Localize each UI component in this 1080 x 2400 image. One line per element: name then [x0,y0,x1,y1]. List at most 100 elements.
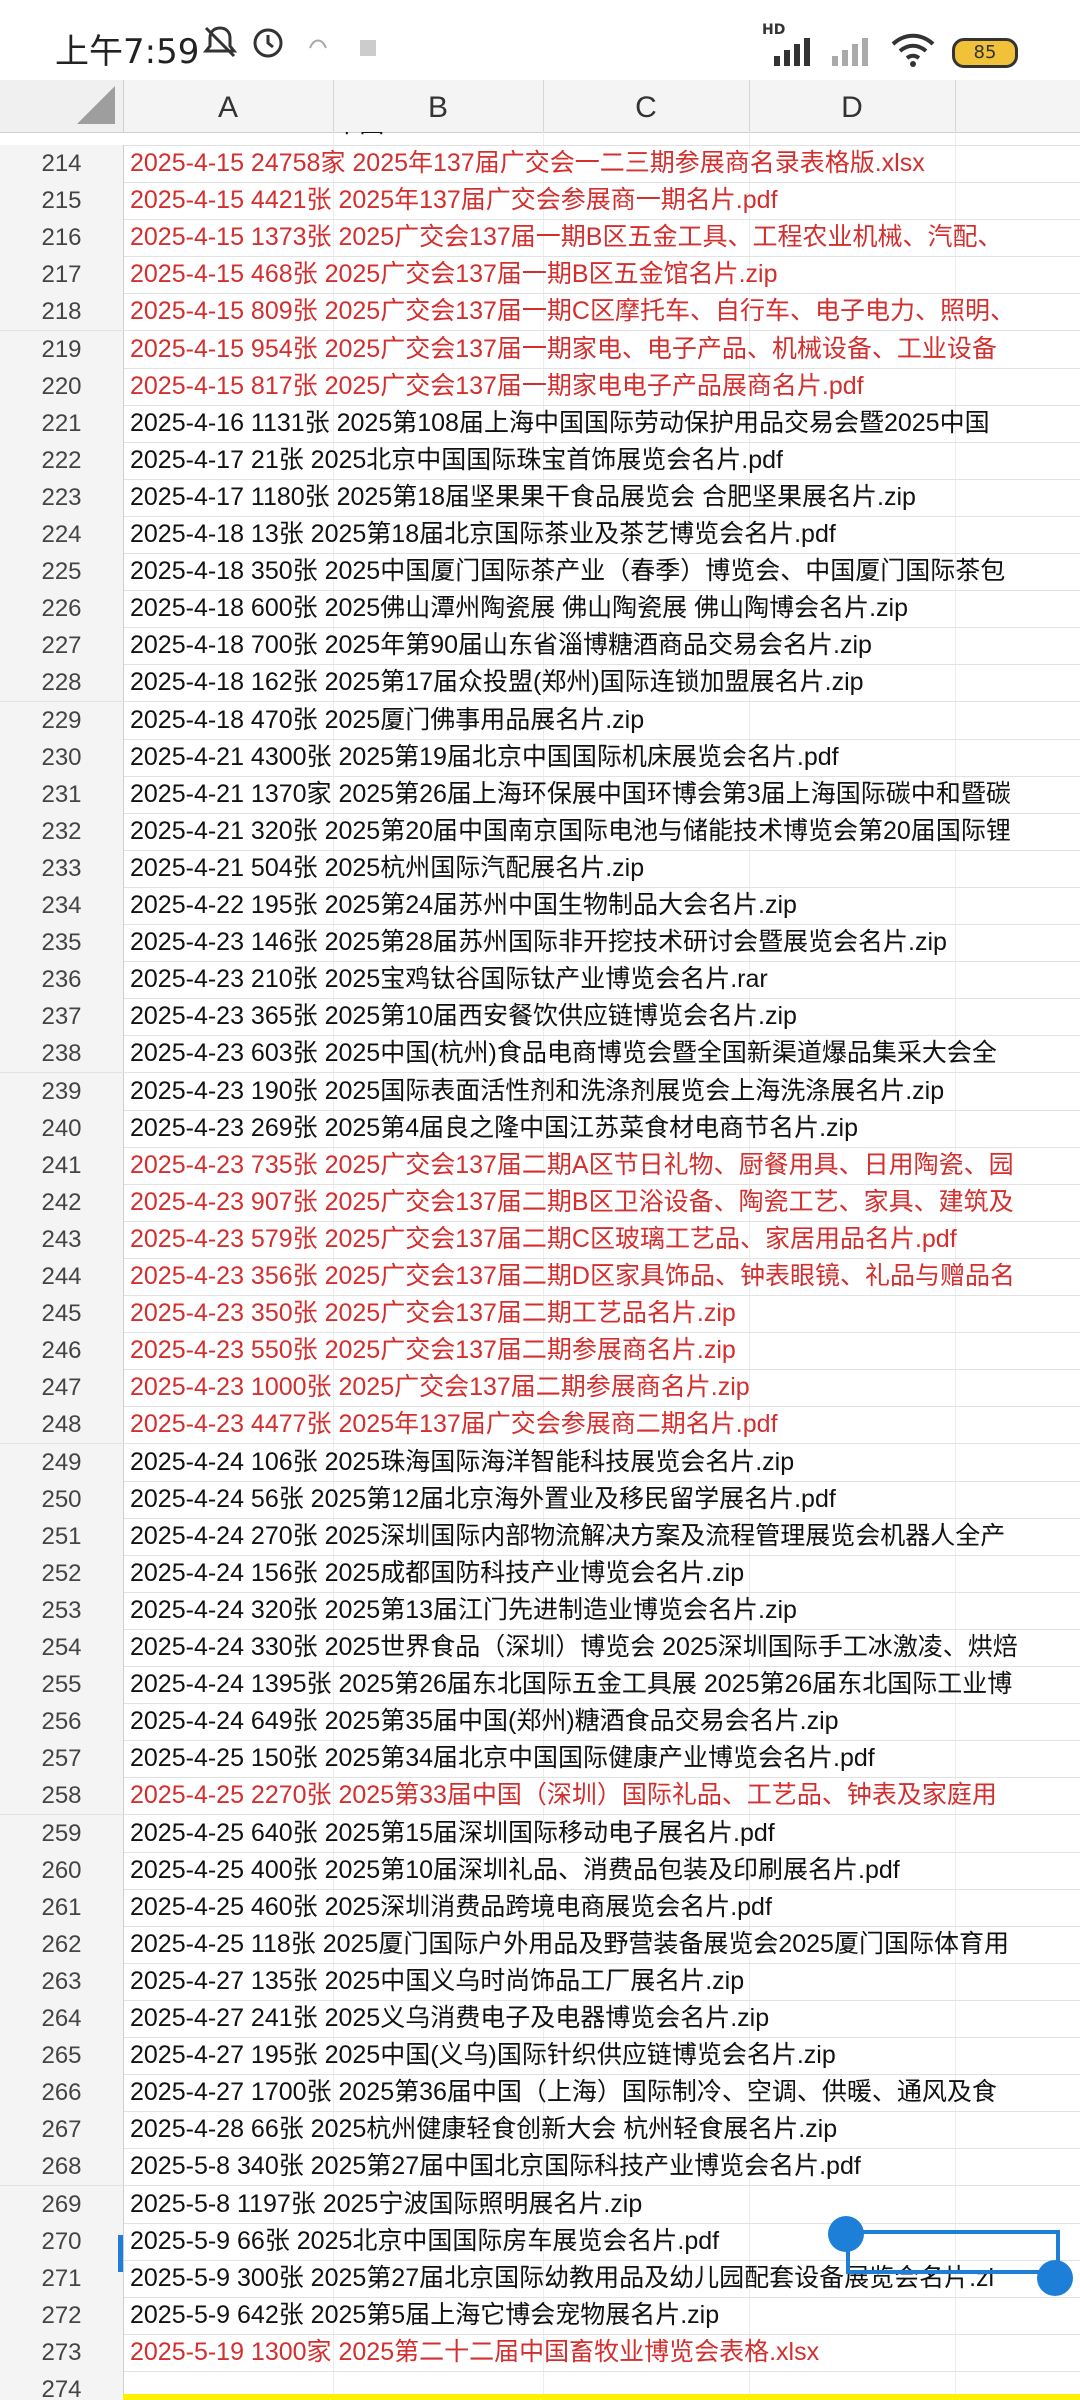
row-number[interactable]: 220 [0,367,124,405]
spreadsheet[interactable]: A B C D 2025-4-15 ... 2025中国... 2142025-… [0,80,1080,2400]
row-number[interactable]: 273 [0,2333,124,2371]
table-row[interactable]: 251 2025-4-24 270张 2025深圳国际内部物流解决方案及流程管理展… [0,1517,1080,1556]
row-number[interactable]: 230 [0,738,124,776]
cell-a[interactable]: 2025-4-16 1131张 2025第108届上海中国国际劳动保护用品交易会… [130,405,990,442]
cell-a[interactable]: 2025-4-17 21张 2025北京中国国际珠宝首饰展览会名片.pdf [130,442,783,479]
table-row[interactable]: 223 2025-4-17 1180张 2025第18届坚果果干食品展览会 合肥坚… [0,478,1080,517]
cell-a[interactable]: 2025-4-24 649张 2025第35届中国(郑州)糖酒食品交易会名片.z… [130,1703,839,1740]
row-number[interactable]: 214 [0,145,124,182]
select-all-corner[interactable] [0,80,124,132]
cell-a[interactable]: 2025-4-18 600张 2025佛山潭州陶瓷展 佛山陶瓷展 佛山陶博会名片… [130,590,908,627]
row-number[interactable]: 270 [0,2222,124,2260]
row-number[interactable]: 245 [0,1295,124,1333]
cell-a[interactable]: 2025-4-15 809张 2025广交会137届一期C区摩托车、自行车、电子… [130,293,1015,330]
selection-handle-start[interactable] [828,2216,864,2252]
cell-a[interactable]: 2025-4-21 1370家 2025第26届上海环保展中国环博会第3届上海国… [130,776,1011,813]
row-number[interactable]: 258 [0,1777,124,1815]
row-number[interactable]: 264 [0,2000,124,2037]
table-row[interactable]: 214 2025-4-15 24758家 2025年137届广交会一二三期参展商名… [0,145,1080,183]
row-number[interactable]: 250 [0,1480,124,1518]
table-row[interactable]: 221 2025-4-16 1131张 2025第108届上海中国国际劳动保护用品… [0,404,1080,443]
row-number[interactable]: 216 [0,219,124,257]
cell-a[interactable]: 2025-4-27 135张 2025中国义乌时尚饰品工厂展名片.zip [130,1963,744,2000]
row-number[interactable]: 232 [0,812,124,850]
table-row[interactable]: 216 2025-4-15 1373张 2025广交会137届一期B区五金工具、工… [0,219,1080,258]
cell-a[interactable]: 2025-4-23 190张 2025国际表面活性剂和洗涤剂展览会上海洗涤展名片… [130,1073,944,1110]
row-number[interactable]: 231 [0,775,124,813]
table-row[interactable]: 262 2025-4-25 118张 2025厦门国际户外用品及野营装备展览会20… [0,1925,1080,1964]
cell-a[interactable]: 2025-4-15 1373张 2025广交会137届一期B区五金工具、工程农业… [130,219,1003,256]
cell-a[interactable]: 2025-4-23 350张 2025广交会137届二期工艺品名片.zip [130,1295,736,1332]
row-number[interactable]: 247 [0,1369,124,1407]
cell-a[interactable]: 2025-4-24 270张 2025深圳国际内部物流解决方案及流程管理展览会机… [130,1518,1005,1555]
row-number[interactable]: 240 [0,1109,124,1147]
cell-a[interactable]: 2025-4-15 817张 2025广交会137届一期家电电子产品展商名片.p… [130,368,864,405]
table-row[interactable]: 243 2025-4-23 579张 2025广交会137届二期C区玻璃工艺品、家… [0,1220,1080,1259]
table-row[interactable]: 258 2025-4-25 2270张 2025第33届中国（深圳）国际礼品、工艺… [0,1777,1080,1816]
cell-a[interactable]: 2025-4-23 4477张 2025年137届广交会参展商二期名片.pdf [130,1406,778,1443]
table-row[interactable]: 249 2025-4-24 106张 2025珠海国际海洋智能科技展览会名片.zi… [0,1443,1080,1482]
cell-a[interactable]: 2025-4-18 13张 2025第18届北京国际茶业及茶艺博览会名片.pdf [130,516,836,553]
row-number[interactable]: 243 [0,1220,124,1258]
cell-a[interactable]: 2025-4-28 66张 2025杭州健康轻食创新大会 杭州轻食展名片.zip [130,2111,837,2148]
column-header-d[interactable]: D [749,80,956,132]
table-row[interactable]: 232 2025-4-21 320张 2025第20届中国南京国际电池与储能技术博… [0,812,1080,851]
row-number[interactable]: 244 [0,1258,124,1295]
table-row[interactable]: 269 2025-5-8 1197张 2025宁波国际照明展名片.zip [0,2185,1080,2224]
cell-a[interactable]: 2025-4-23 269张 2025第4届良之隆中国江苏菜食材电商节名片.zi… [130,1110,858,1147]
row-number[interactable]: 237 [0,998,124,1036]
table-row[interactable]: 222 2025-4-17 21张 2025北京中国国际珠宝首饰展览会名片.pdf [0,441,1080,480]
selected-cell[interactable] [846,2230,1060,2274]
row-number[interactable]: 269 [0,2185,124,2223]
table-row[interactable]: 234 2025-4-22 195张 2025第24届苏州中国生物制品大会名片.z… [0,887,1080,925]
table-row[interactable]: 252 2025-4-24 156张 2025成都国防科技产业博览会名片.zip [0,1554,1080,1593]
cell-a[interactable]: 2025-4-15 24758家 2025年137届广交会一二三期参展商名录表格… [130,145,925,182]
table-row[interactable]: 236 2025-4-23 210张 2025宝鸡钛谷国际钛产业博览会名片.rar [0,961,1080,1000]
cell-a[interactable]: 2025-4-21 504张 2025杭州国际汽配展名片.zip [130,850,644,887]
table-row[interactable]: 227 2025-4-18 700张 2025年第90届山东省淄博糖酒商品交易会名… [0,627,1080,666]
cell-a[interactable]: 2025-4-15 468张 2025广交会137届一期B区五金馆名片.zip [130,256,778,293]
row-number[interactable]: 257 [0,1740,124,1778]
table-row[interactable]: 248 2025-4-23 4477张 2025年137届广交会参展商二期名片.p… [0,1406,1080,1445]
cell-a[interactable]: 2025-4-24 106张 2025珠海国际海洋智能科技展览会名片.zip [130,1444,794,1481]
table-row[interactable]: 242 2025-4-23 907张 2025广交会137届二期B区卫浴设备、陶瓷… [0,1183,1080,1222]
row-number[interactable]: 246 [0,1332,124,1370]
row-number[interactable]: 224 [0,516,124,553]
cell-a[interactable]: 2025-4-25 2270张 2025第33届中国（深圳）国际礼品、工艺品、钟… [130,1777,997,1814]
row-number[interactable]: 271 [0,2259,124,2297]
row-number[interactable]: 256 [0,1703,124,1741]
row-number[interactable]: 234 [0,887,124,924]
table-row[interactable]: 230 2025-4-21 4300张 2025第19届北京中国国际机床展览会名片… [0,738,1080,777]
table-row[interactable]: 273 2025-5-19 1300家 2025第二十二届中国畜牧业博览会表格.x… [0,2333,1080,2372]
table-row[interactable]: 261 2025-4-25 460张 2025深圳消费品跨境电商展览会名片.pdf [0,1888,1080,1927]
cell-a[interactable]: 2025-4-23 603张 2025中国(杭州)食品电商博览会暨全国新渠道爆品… [130,1035,997,1072]
row-number[interactable]: 268 [0,2148,124,2186]
table-row[interactable]: 256 2025-4-24 649张 2025第35届中国(郑州)糖酒食品交易会名… [0,1703,1080,1742]
table-row[interactable]: 229 2025-4-18 470张 2025厦门佛事用品展名片.zip [0,701,1080,740]
row-number[interactable]: 265 [0,2037,124,2075]
table-row[interactable]: 250 2025-4-24 56张 2025第12届北京海外置业及移民留学展名片.… [0,1480,1080,1519]
table-row[interactable]: 219 2025-4-15 954张 2025广交会137届一期家电、电子产品、机… [0,330,1080,369]
cell-a[interactable]: 2025-5-8 340张 2025第27届中国北京国际科技产业博览会名片.pd… [130,2148,861,2185]
row-number[interactable]: 235 [0,924,124,962]
selection-handle-end[interactable] [1037,2260,1073,2296]
table-row[interactable]: 263 2025-4-27 135张 2025中国义乌时尚饰品工厂展名片.zip [0,1962,1080,2001]
row-number[interactable]: 229 [0,701,124,739]
row-number[interactable]: 236 [0,961,124,999]
cell-a[interactable]: 2025-5-9 642张 2025第5届上海它博会宠物展名片.zip [130,2297,719,2334]
row-number[interactable]: 226 [0,590,124,628]
row-number[interactable]: 217 [0,256,124,294]
cell-a[interactable]: 2025-4-15 954张 2025广交会137届一期家电、电子产品、机械设备… [130,331,997,368]
table-row[interactable]: 253 2025-4-24 320张 2025第13届江门先进制造业博览会名片.z… [0,1591,1080,1630]
table-row[interactable]: 244 2025-4-23 356张 2025广交会137届二期D区家具饰品、钟表… [0,1258,1080,1296]
cell-a[interactable]: 2025-4-22 195张 2025第24届苏州中国生物制品大会名片.zip [130,887,797,924]
row-number[interactable]: 218 [0,293,124,331]
cell-a[interactable]: 2025-5-19 1300家 2025第二十二届中国畜牧业博览会表格.xlsx [130,2334,819,2371]
cell-a[interactable]: 2025-4-25 400张 2025第10届深圳礼品、消费品包装及印刷展名片.… [130,1852,900,1889]
table-row[interactable]: 264 2025-4-27 241张 2025义乌消费电子及电器博览会名片.zip [0,2000,1080,2038]
column-header-a[interactable]: A [123,80,334,132]
table-row[interactable]: 241 2025-4-23 735张 2025广交会137届二期A区节日礼物、厨餐… [0,1146,1080,1185]
row-number[interactable]: 221 [0,404,124,442]
cell-a[interactable]: 2025-4-21 4300张 2025第19届北京中国国际机床展览会名片.pd… [130,739,839,776]
cell-a[interactable]: 2025-4-25 118张 2025厦门国际户外用品及野营装备展览会2025厦… [130,1926,1009,1963]
